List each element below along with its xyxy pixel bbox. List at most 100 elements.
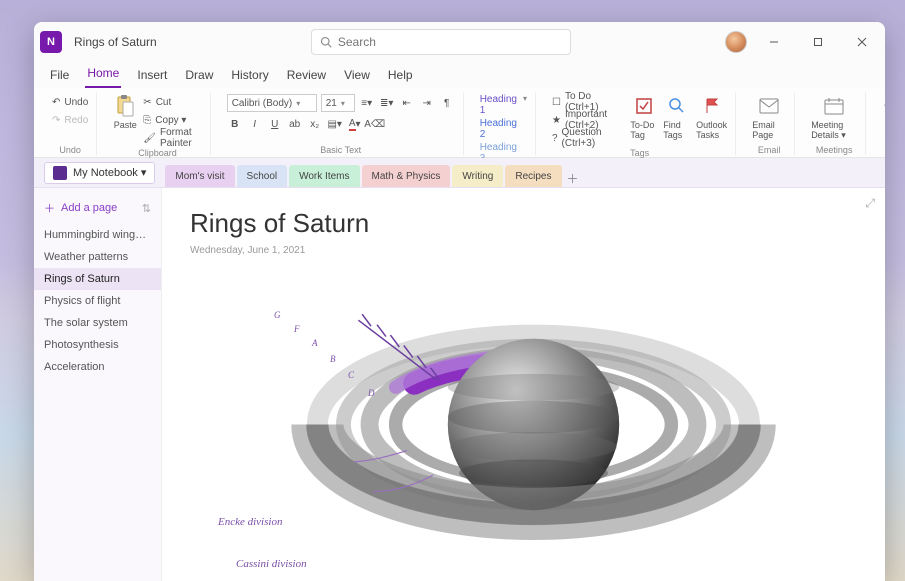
styles-expand[interactable]: ▾ [523,94,527,103]
notebook-icon [53,166,67,180]
notebook-select[interactable]: My Notebook ▾ [44,162,155,184]
close-button[interactable] [845,27,879,57]
page-title[interactable]: Rings of Saturn [190,208,857,239]
checkbox-icon [632,94,656,118]
subscript-button[interactable]: x₂ [307,116,323,132]
ring-label: B [330,354,336,364]
outdent-button[interactable]: ⇤ [399,95,415,111]
sort-icon[interactable]: ⇅ [142,202,151,215]
underline-button[interactable]: U [267,116,283,132]
clear-format-button[interactable]: A⌫ [367,116,383,132]
page-item[interactable]: Weather patterns [34,246,161,268]
page-list: ＋Add a page ⇅ Hummingbird wing… Weather … [34,188,162,581]
tab-file[interactable]: File [48,64,71,88]
copy-button[interactable]: ⎘ Copy ▾ [143,112,201,128]
window-title: Rings of Saturn [74,35,157,49]
menu-tabs: File Home Insert Draw History Review Vie… [34,62,885,88]
outlook-tasks-button[interactable]: Outlook Tasks [696,94,727,140]
ring-label: C [348,370,354,380]
section-tab[interactable]: Math & Physics [362,165,451,187]
page-date: Wednesday, June 1, 2021 [190,245,857,256]
notebook-bar: My Notebook ▾ Mom's visit School Work It… [34,158,885,188]
email-page-button[interactable]: Email Page [752,94,786,140]
saturn-figure: G F A B C D Encke division Cassini divis… [202,268,865,581]
ribbon-group-email: Email Page Email [744,92,795,155]
page-item[interactable]: Rings of Saturn [34,268,161,290]
tag-important-row[interactable]: ★ Important (Ctrl+2) [552,112,624,128]
title-bar: N Rings of Saturn Search [34,22,885,62]
page-item[interactable]: Hummingbird wing… [34,224,161,246]
section-tabs: Mom's visit School Work Items Math & Phy… [165,158,581,187]
paste-button[interactable]: Paste [113,94,137,130]
paste-icon [113,94,137,118]
find-tags-button[interactable]: Find Tags [663,94,690,140]
page-item[interactable]: Physics of flight [34,290,161,312]
cut-button[interactable]: ✂ Cut [143,94,201,110]
search-placeholder: Search [338,35,376,49]
tag-question-row[interactable]: ? Question (Ctrl+3) [552,130,624,146]
ribbon-group-styles: Heading 1 Heading 2 Heading 3 ▾ Styles [472,92,536,155]
meeting-details-button[interactable]: Meeting Details ▾ [811,94,857,141]
tab-view[interactable]: View [342,64,372,88]
page-item[interactable]: Photosynthesis [34,334,161,356]
search-box[interactable]: Search [311,29,571,55]
ribbon-group-undo: ↶ Undo ↷ Redo Undo [44,92,97,155]
bullets-button[interactable]: ≡▾ [359,95,375,111]
tab-history[interactable]: History [229,64,270,88]
paragraph-button[interactable]: ¶ [439,95,455,111]
highlight-button[interactable]: ▤▾ [327,116,343,132]
ring-label: D [368,388,375,398]
ribbon-group-tags: ☐ To Do (Ctrl+1) ★ Important (Ctrl+2) ? … [544,92,736,155]
content-row: ＋Add a page ⇅ Hummingbird wing… Weather … [34,188,885,581]
numbering-button[interactable]: ≣▾ [379,95,395,111]
flag-icon [700,94,724,118]
fontcolor-button[interactable]: A▾ [347,116,363,132]
ribbon-group-clipboard: Paste ✂ Cut ⎘ Copy ▾ 🖌 Format Painter Cl… [105,92,210,155]
tab-draw[interactable]: Draw [183,64,215,88]
page-item[interactable]: The solar system [34,312,161,334]
plus-icon: ＋ [44,200,55,216]
section-tab[interactable]: Mom's visit [165,165,234,187]
ring-label: G [274,310,281,320]
saturn-illustration [202,268,865,581]
add-section-button[interactable]: ＋ [564,169,582,187]
maximize-button[interactable] [801,27,835,57]
ribbon-group-basictext: Calibri (Body)▾ 21▾ ≡▾ ≣▾ ⇤ ⇥ ¶ B I U ab… [219,92,464,155]
section-tab[interactable]: School [237,165,288,187]
section-tab[interactable]: Writing [452,165,503,187]
undo-button[interactable]: ↶ Undo [52,94,88,110]
add-page-button[interactable]: ＋Add a page ⇅ [34,196,161,224]
minimize-button[interactable] [757,27,791,57]
tab-help[interactable]: Help [386,64,415,88]
redo-button[interactable]: ↷ Redo [52,112,88,128]
tab-review[interactable]: Review [285,64,328,88]
page-item[interactable]: Acceleration [34,356,161,378]
format-painter-button[interactable]: 🖌 Format Painter [143,130,201,146]
annotation-encke: Encke division [218,516,282,528]
ribbon: ↶ Undo ↷ Redo Undo Paste ✂ Cut ⎘ Copy ▾ … [34,88,885,158]
app-window: N Rings of Saturn Search File Home Inser… [34,22,885,581]
page-canvas[interactable]: ⤢ Rings of Saturn Wednesday, June 1, 202… [162,188,885,581]
section-tab[interactable]: Recipes [505,165,561,187]
italic-button[interactable]: I [247,116,263,132]
user-avatar[interactable] [725,31,747,53]
ribbon-group-meetings: Meeting Details ▾ Meetings [803,92,866,155]
annotation-cassini: Cassini division [236,558,307,570]
expand-icon[interactable]: ⤢ [865,196,875,211]
tag-todo-row[interactable]: ☐ To Do (Ctrl+1) [552,94,624,110]
font-name-select[interactable]: Calibri (Body)▾ [227,94,317,112]
section-tab[interactable]: Work Items [289,165,359,187]
todo-tag-button[interactable]: To-Do Tag [630,94,657,140]
style-heading1[interactable]: Heading 1 [480,94,517,116]
font-size-select[interactable]: 21▾ [321,94,355,112]
tab-home[interactable]: Home [85,62,121,88]
search-icon [320,36,332,48]
strike-button[interactable]: ab [287,116,303,132]
email-icon [757,94,781,118]
bold-button[interactable]: B [227,116,243,132]
indent-button[interactable]: ⇥ [419,95,435,111]
style-heading2[interactable]: Heading 2 [480,118,517,140]
calendar-icon [822,94,846,118]
ribbon-collapse[interactable]: ⌄ [882,96,885,112]
tab-insert[interactable]: Insert [135,64,169,88]
